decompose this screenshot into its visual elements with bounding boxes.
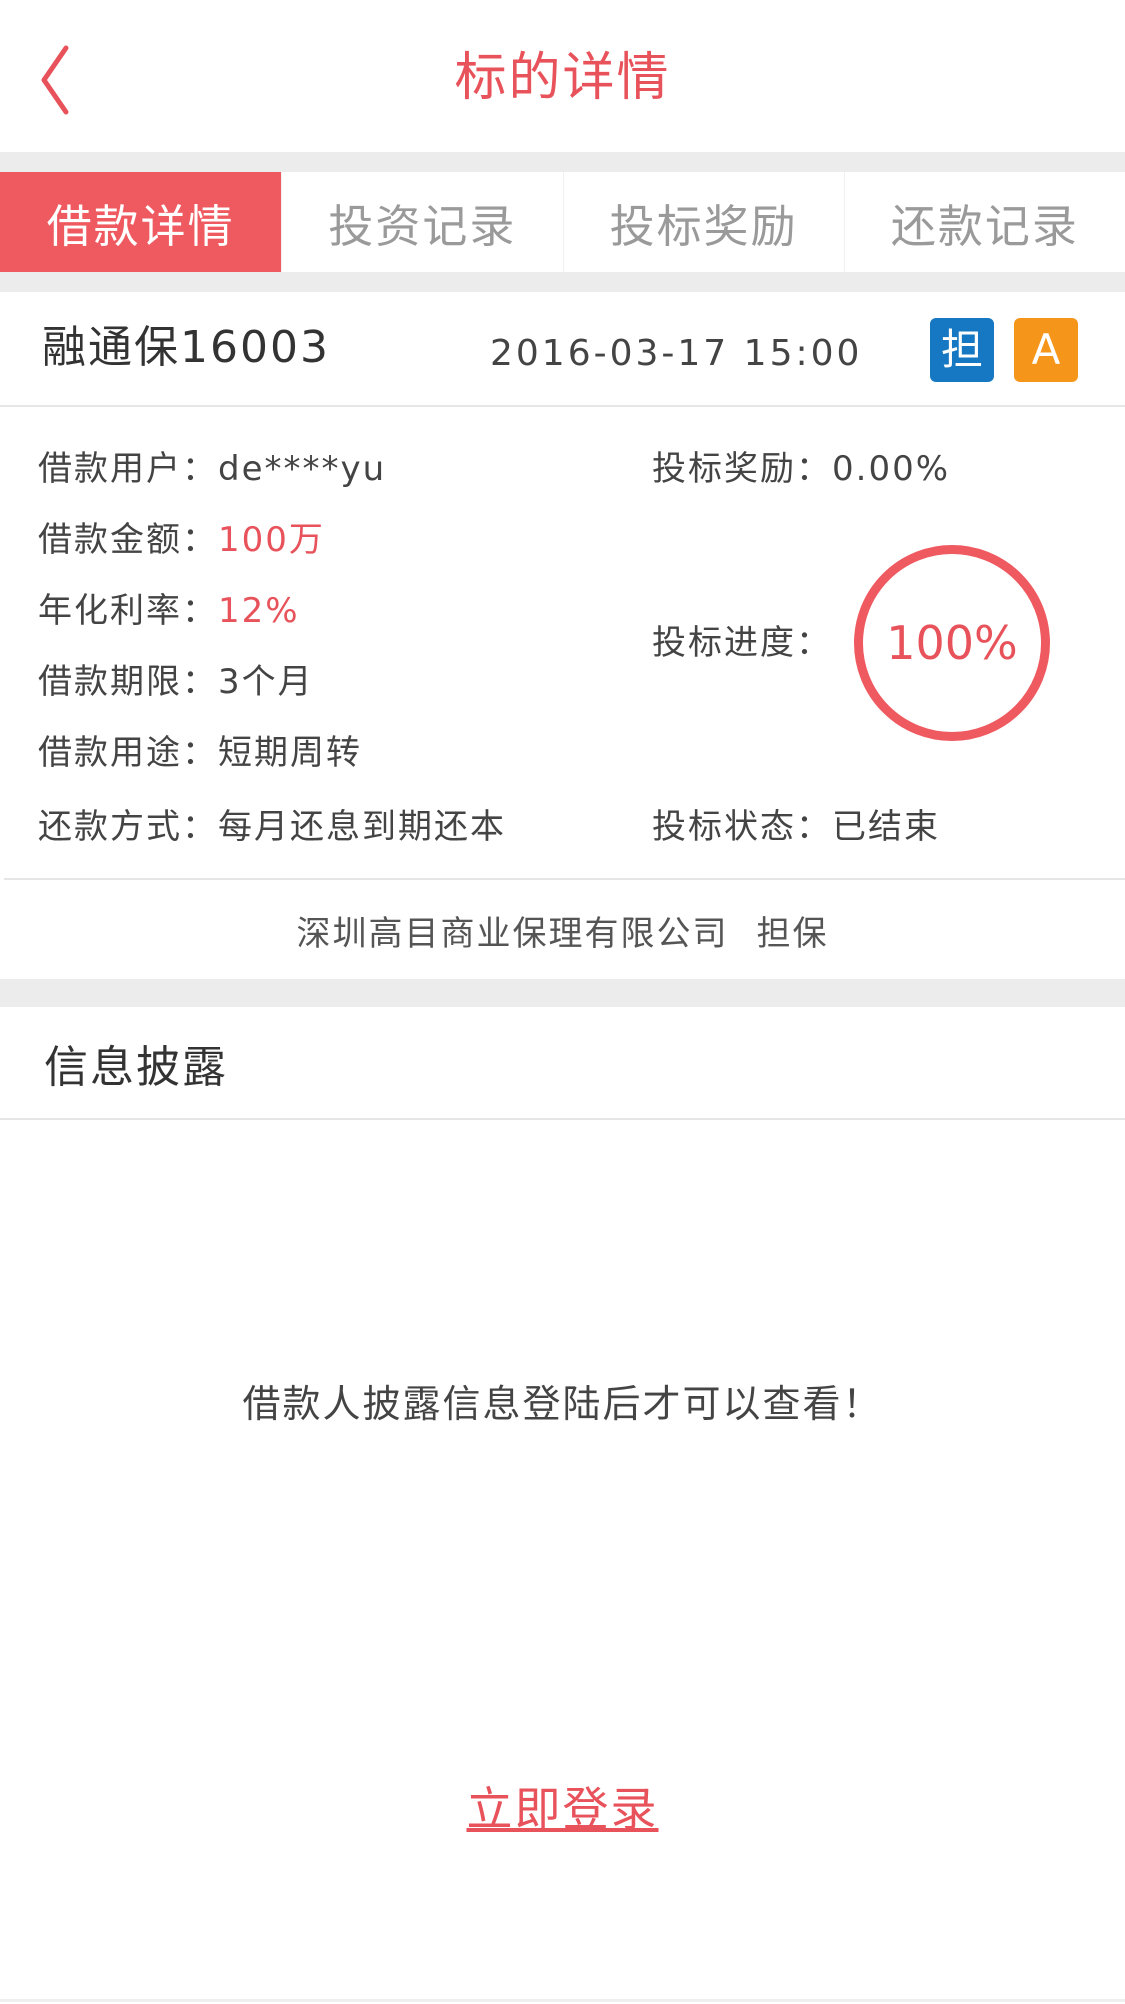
purpose-label: 借款用途： [38,733,218,773]
section-gap [0,979,1125,1007]
login-link-wrapper: 立即登录 [0,1780,1125,1838]
reward-row: 投标奖励：0.00% [652,447,950,491]
rate-value: 12% [218,591,300,631]
loan-datetime: 2016-03-17 15:00 [490,333,863,374]
loan-name: 融通保16003 [42,322,330,373]
tab-bid-rewards[interactable]: 投标奖励 [562,172,844,272]
login-required-notice: 借款人披露信息登陆后才可以查看！ [242,1382,883,1426]
borrower-value: de****yu [218,449,387,489]
rate-label: 年化利率： [38,591,218,631]
rate-row: 年化利率：12% [38,589,300,633]
borrower-row: 借款用户：de****yu [38,447,386,491]
term-row: 借款期限：3个月 [38,660,314,704]
status-label: 投标状态： [652,807,832,847]
reward-label: 投标奖励： [652,449,832,489]
tab-bar: 借款详情 投资记录 投标奖励 还款记录 [0,172,1125,272]
tab-investment-records[interactable]: 投资记录 [281,172,562,272]
tab-loan-details[interactable]: 借款详情 [0,172,282,272]
term-label: 借款期限： [38,662,218,702]
section-gap [0,152,1125,172]
amount-value: 100万 [218,520,325,560]
progress-ring: 100% [854,545,1050,741]
purpose-value: 短期周转 [218,733,362,773]
page-title: 标的详情 [454,48,671,108]
progress-label: 投标进度： [652,623,832,663]
header: 标的详情 [0,0,1125,152]
status-value: 已结束 [832,807,940,847]
divider [0,1118,1125,1120]
guarantee-badge: 担 [930,318,994,382]
amount-row: 借款金额：100万 [38,518,325,562]
term-value: 3个月 [218,662,314,702]
repayment-value: 每月还息到期还本 [218,807,506,847]
borrower-label: 借款用户： [38,449,218,489]
info-disclosure-title: 信息披露 [44,1042,228,1093]
guarantor-company: 深圳高目商业保理有限公司 [296,913,729,954]
progress-value: 100% [886,616,1018,670]
grade-badge: A [1014,318,1078,382]
loan-header: 融通保16003 2016-03-17 15:00 担 A [0,292,1125,407]
loan-details: 借款用户：de****yu 借款金额：100万 年化利率：12% 借款期限：3个… [0,407,1125,880]
section-gap [0,272,1125,292]
purpose-row: 借款用途：短期周转 [38,731,362,775]
reward-value: 0.00% [832,449,951,489]
repayment-label: 还款方式： [38,807,218,847]
login-link[interactable]: 立即登录 [467,1782,659,1836]
guarantor-row: 深圳高目商业保理有限公司 担保 [0,881,1125,979]
guarantor-type: 担保 [756,913,829,954]
tab-repayment-records[interactable]: 还款记录 [843,172,1125,272]
bottom-divider [0,1999,1125,2002]
amount-label: 借款金额： [38,520,218,560]
status-row: 投标状态：已结束 [652,805,940,849]
repayment-row: 还款方式：每月还息到期还本 [38,805,506,849]
divider [4,878,1125,880]
